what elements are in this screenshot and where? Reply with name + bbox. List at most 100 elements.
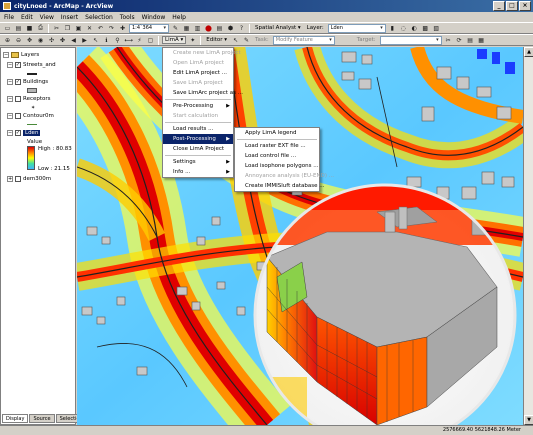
menu-item-settings[interactable]: Settings ▶: [163, 157, 233, 167]
sketch-tool-icon[interactable]: ✎: [242, 36, 251, 45]
find-icon[interactable]: ⚲: [113, 36, 122, 45]
hillshade-icon[interactable]: ◐: [410, 24, 419, 33]
save-icon[interactable]: ■: [25, 24, 34, 33]
open-folder-icon[interactable]: ▤: [14, 24, 23, 33]
toc-layer-dem[interactable]: + dem300m: [7, 174, 51, 183]
redo-icon[interactable]: ↷: [107, 24, 116, 33]
model-builder-icon[interactable]: ⬢: [226, 24, 235, 33]
menu-item-edit-project[interactable]: Edit LimA project ...: [163, 68, 233, 78]
map-scale-dropdown[interactable]: 1:4`364 ▾: [129, 23, 169, 33]
menu-insert[interactable]: Insert: [61, 14, 78, 21]
collapse-icon[interactable]: −: [3, 51, 9, 58]
menu-item-start-calculation[interactable]: Start calculation: [163, 111, 233, 121]
catalog-icon[interactable]: ▥: [193, 24, 202, 33]
editor-menu[interactable]: Editor ▾: [204, 37, 229, 43]
menu-item-load-isophone[interactable]: Load isophone polygons ...: [235, 161, 319, 171]
identify-raster-icon[interactable]: ▧: [432, 24, 441, 33]
print-icon[interactable]: ⎙: [36, 24, 45, 33]
menu-item-save-project[interactable]: Save LimA project: [163, 78, 233, 88]
menu-item-pre-processing[interactable]: Pre-Processing ▶: [163, 101, 233, 111]
sketch-properties-icon[interactable]: ▦: [477, 36, 486, 45]
layer-visibility-checkbox[interactable]: [15, 175, 21, 182]
layer-visibility-checkbox[interactable]: [15, 95, 21, 102]
minimize-button[interactable]: _: [493, 1, 505, 11]
menu-selection[interactable]: Selection: [85, 14, 113, 21]
forward-extent-icon[interactable]: ▶: [80, 36, 89, 45]
hyperlink-icon[interactable]: ⚡: [135, 36, 144, 45]
add-data-icon[interactable]: ✚: [118, 24, 127, 33]
histogram-icon[interactable]: ▮: [388, 24, 397, 33]
select-elements-icon[interactable]: ↖: [91, 36, 100, 45]
map-canvas[interactable]: Create new LimA project Open LimA projec…: [77, 47, 523, 425]
toc-root[interactable]: − Layers: [3, 50, 39, 59]
help-icon[interactable]: ?: [237, 24, 246, 33]
menu-window[interactable]: Window: [142, 14, 166, 21]
collapse-icon[interactable]: −: [7, 61, 13, 68]
collapse-icon[interactable]: −: [7, 112, 13, 119]
command-line-icon[interactable]: ▤: [215, 24, 224, 33]
expand-icon[interactable]: +: [7, 175, 13, 182]
layer-visibility-checkbox[interactable]: ✓: [15, 61, 21, 68]
collapse-icon[interactable]: −: [7, 95, 13, 102]
lima-menu-button[interactable]: LimA ▾: [162, 36, 187, 44]
tab-source[interactable]: Source: [29, 414, 55, 423]
close-button[interactable]: ×: [519, 1, 531, 11]
menu-item-save-project-as[interactable]: Save LimArc project as ...: [163, 88, 243, 98]
menu-item-close-project[interactable]: Close LimA Project: [163, 144, 233, 154]
menu-help[interactable]: Help: [172, 14, 186, 21]
edit-arrow-icon[interactable]: ↖: [231, 36, 240, 45]
toc-layer-streets[interactable]: − ✓ Streets_and: [7, 60, 56, 69]
menu-item-load-control[interactable]: Load control file ...: [235, 151, 319, 161]
toc-layer-buildings[interactable]: − ✓ Buildings: [7, 77, 48, 86]
zoom-in-icon[interactable]: ⊕: [3, 36, 12, 45]
collapse-icon[interactable]: −: [7, 129, 13, 136]
rotate-tool-icon[interactable]: ⟳: [455, 36, 464, 45]
raster-calc-icon[interactable]: ▩: [421, 24, 430, 33]
menu-item-create-project[interactable]: Create new LimA project: [163, 48, 241, 58]
pan-icon[interactable]: ✥: [25, 36, 34, 45]
layer-dropdown[interactable]: Lden ▾: [327, 23, 386, 33]
lima-tool-icon[interactable]: ✦: [188, 36, 197, 45]
paste-icon[interactable]: ▣: [74, 24, 83, 33]
tab-display[interactable]: Display: [2, 414, 29, 423]
magnifier-icon[interactable]: ▢: [146, 36, 155, 45]
menu-item-load-raster[interactable]: Load raster EXT file ...: [235, 141, 319, 151]
editor-toolbar-icon[interactable]: ✎: [171, 24, 180, 33]
new-document-icon[interactable]: ▭: [3, 24, 12, 33]
menu-edit[interactable]: Edit: [21, 14, 33, 21]
toc-layer-lden[interactable]: − ✓ Lden: [7, 128, 41, 137]
copy-icon[interactable]: ❐: [63, 24, 72, 33]
scroll-up-icon[interactable]: ▲: [524, 47, 533, 57]
layer-visibility-checkbox[interactable]: ✓: [15, 78, 21, 85]
menu-tools[interactable]: Tools: [120, 14, 135, 21]
zoom-out-icon[interactable]: ⊖: [14, 36, 23, 45]
menu-view[interactable]: View: [40, 14, 54, 21]
fixed-zoom-out-icon[interactable]: ✤: [58, 36, 67, 45]
delete-icon[interactable]: ✕: [85, 24, 94, 33]
menu-file[interactable]: File: [4, 14, 14, 21]
undo-icon[interactable]: ↶: [96, 24, 105, 33]
menu-item-create-database[interactable]: Create IMMISluft database ...: [235, 181, 325, 191]
contour-icon[interactable]: ◌: [399, 24, 408, 33]
attributes-icon[interactable]: ▤: [466, 36, 475, 45]
layer-visibility-checkbox[interactable]: [15, 112, 21, 119]
back-extent-icon[interactable]: ◀: [69, 36, 78, 45]
menu-item-apply-legend[interactable]: Apply LimA legend: [235, 128, 319, 138]
toc-layer-receptors[interactable]: − Receptors: [7, 94, 51, 103]
map-vertical-scrollbar[interactable]: ▲ ▼: [523, 47, 533, 425]
toolbox-icon[interactable]: ⬤: [204, 24, 213, 33]
table-icon[interactable]: ▦: [182, 24, 191, 33]
fixed-zoom-in-icon[interactable]: ✣: [47, 36, 56, 45]
cut-icon[interactable]: ✂: [52, 24, 61, 33]
target-dropdown[interactable]: ▾: [379, 35, 442, 45]
menu-item-info[interactable]: Info ... ▶: [163, 167, 233, 177]
spatial-analyst-menu[interactable]: Spatial Analyst ▾: [253, 25, 303, 31]
menu-item-annoyance-analysis[interactable]: Annoyance analysis (EU-END) ...: [235, 171, 334, 181]
split-tool-icon[interactable]: ✂: [444, 36, 453, 45]
full-extent-icon[interactable]: ◉: [36, 36, 45, 45]
maximize-button[interactable]: □: [506, 1, 518, 11]
menu-item-post-processing[interactable]: Post-Processing ▶: [163, 134, 233, 144]
identify-icon[interactable]: ℹ: [102, 36, 111, 45]
scroll-down-icon[interactable]: ▼: [524, 415, 533, 425]
collapse-icon[interactable]: −: [7, 78, 13, 85]
